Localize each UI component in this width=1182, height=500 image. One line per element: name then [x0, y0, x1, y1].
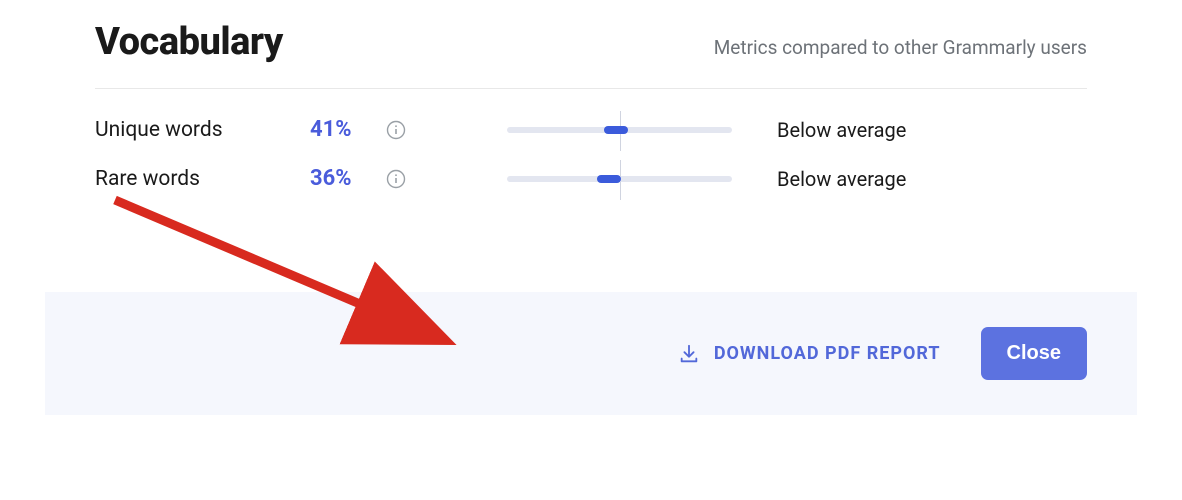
metric-assessment: Below average: [777, 167, 906, 191]
section-header: Vocabulary Metrics compared to other Gra…: [95, 20, 1087, 89]
download-pdf-link[interactable]: DOWNLOAD PDF REPORT: [678, 343, 941, 365]
metric-value: 36%: [310, 166, 385, 191]
metric-label: Rare words: [95, 167, 310, 191]
download-pdf-label: DOWNLOAD PDF REPORT: [714, 343, 941, 364]
footer-bar: DOWNLOAD PDF REPORT Close: [45, 292, 1137, 415]
bar-marker: [597, 175, 621, 183]
close-button[interactable]: Close: [981, 327, 1087, 380]
metric-row-rare-words: Rare words 36% Below average: [95, 166, 1087, 191]
section-title: Vocabulary: [95, 20, 283, 64]
comparison-bar: [507, 127, 732, 133]
info-icon[interactable]: [385, 168, 407, 190]
bar-marker: [604, 126, 628, 134]
bar-track: [507, 127, 732, 133]
metric-value: 41%: [310, 117, 385, 142]
bar-track: [507, 176, 732, 182]
info-icon[interactable]: [385, 119, 407, 141]
metric-assessment: Below average: [777, 118, 906, 142]
download-icon: [678, 343, 700, 365]
comparison-bar: [507, 176, 732, 182]
metrics-list: Unique words 41% Below average Rare word…: [95, 89, 1087, 191]
metric-row-unique-words: Unique words 41% Below average: [95, 117, 1087, 142]
section-subtitle: Metrics compared to other Grammarly user…: [714, 36, 1087, 59]
metric-label: Unique words: [95, 118, 310, 142]
